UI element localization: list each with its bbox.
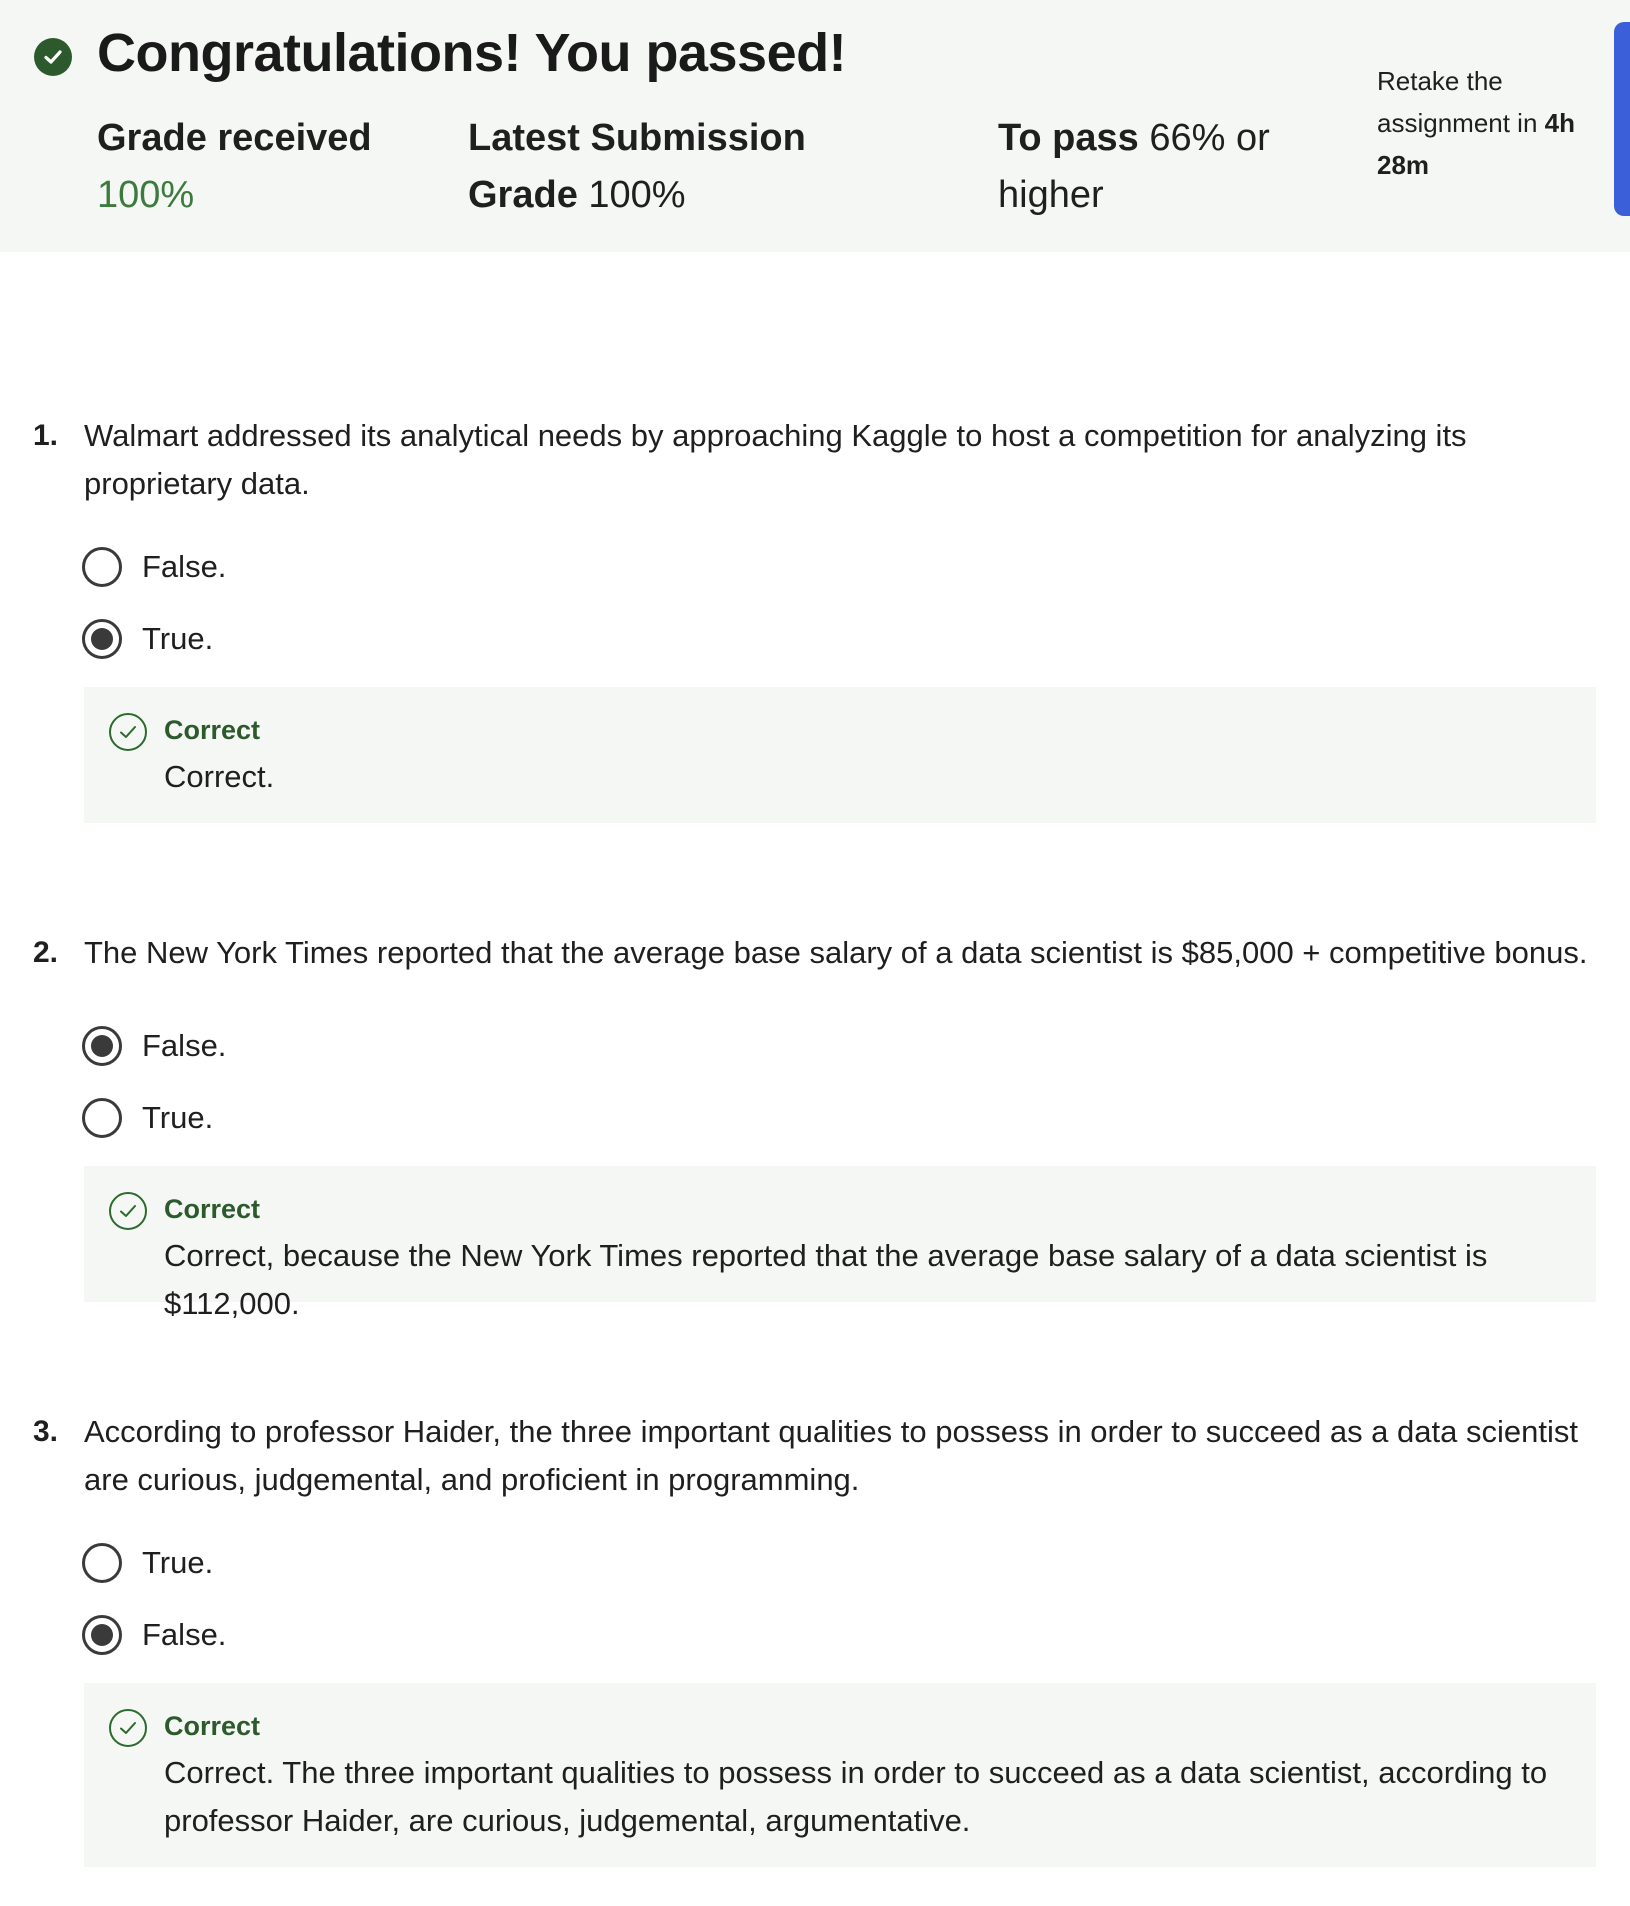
option-label: True. — [142, 1100, 214, 1135]
radio-button[interactable] — [82, 1543, 122, 1583]
option-label: True. — [142, 621, 214, 656]
retake-countdown: Retake the assignment in 4h 28m — [1377, 60, 1607, 186]
side-panel-tab[interactable] — [1614, 22, 1630, 216]
option-true[interactable]: True. — [82, 1097, 213, 1139]
correct-check-icon — [109, 713, 147, 751]
feedback-text: Correct, because the New York Times repo… — [164, 1238, 1488, 1321]
retake-label: Retake the assignment in — [1377, 66, 1538, 138]
option-label: False. — [142, 1028, 227, 1063]
pass-check-icon — [34, 38, 72, 76]
question-number: 2. — [33, 936, 59, 969]
radio-button[interactable] — [82, 547, 122, 587]
question-text: Walmart addressed its analytical needs b… — [84, 418, 1467, 501]
option-label: True. — [142, 1545, 214, 1580]
grade-received: Grade received 100% — [97, 110, 397, 224]
option-false[interactable]: False. — [82, 546, 226, 588]
pass-threshold-label: To pass — [998, 117, 1139, 159]
feedback-panel: Correct Correct. The three important qua… — [84, 1683, 1596, 1867]
feedback-status: Correct — [164, 1711, 261, 1741]
page-title: Congratulations! You passed! — [97, 23, 847, 83]
option-true[interactable]: True. — [82, 1542, 213, 1584]
radio-button-selected[interactable] — [82, 1615, 122, 1655]
grade-received-value: 100% — [97, 174, 195, 216]
radio-button-selected[interactable] — [82, 619, 122, 659]
feedback-text: Correct. The three important qualities t… — [164, 1755, 1548, 1838]
radio-button[interactable] — [82, 1098, 122, 1138]
feedback-panel: Correct Correct, because the New York Ti… — [84, 1166, 1596, 1321]
option-true[interactable]: True. — [82, 618, 213, 660]
option-label: False. — [142, 549, 227, 584]
option-false[interactable]: False. — [82, 1614, 226, 1656]
radio-button-selected[interactable] — [82, 1026, 122, 1066]
latest-submission-grade: Latest Submission Grade 100% — [468, 110, 828, 224]
question-text: The New York Times reported that the ave… — [84, 935, 1588, 970]
latest-submission-value: 100% — [588, 174, 686, 216]
question-text: According to professor Haider, the three… — [84, 1414, 1578, 1497]
option-false[interactable]: False. — [82, 1025, 226, 1067]
feedback-status: Correct — [164, 1194, 261, 1224]
question-number: 3. — [33, 1415, 59, 1448]
correct-check-icon — [109, 1192, 147, 1230]
feedback-status: Correct — [164, 715, 261, 745]
feedback-text: Correct. — [164, 759, 275, 794]
correct-check-icon — [109, 1709, 147, 1747]
feedback-panel: Correct Correct. — [84, 687, 1596, 823]
pass-threshold: To pass 66% or higher — [998, 110, 1308, 224]
grade-received-label: Grade received — [97, 117, 372, 159]
result-header: Congratulations! You passed! Grade recei… — [0, 0, 1630, 252]
question-number: 1. — [33, 419, 59, 452]
option-label: False. — [142, 1617, 227, 1652]
